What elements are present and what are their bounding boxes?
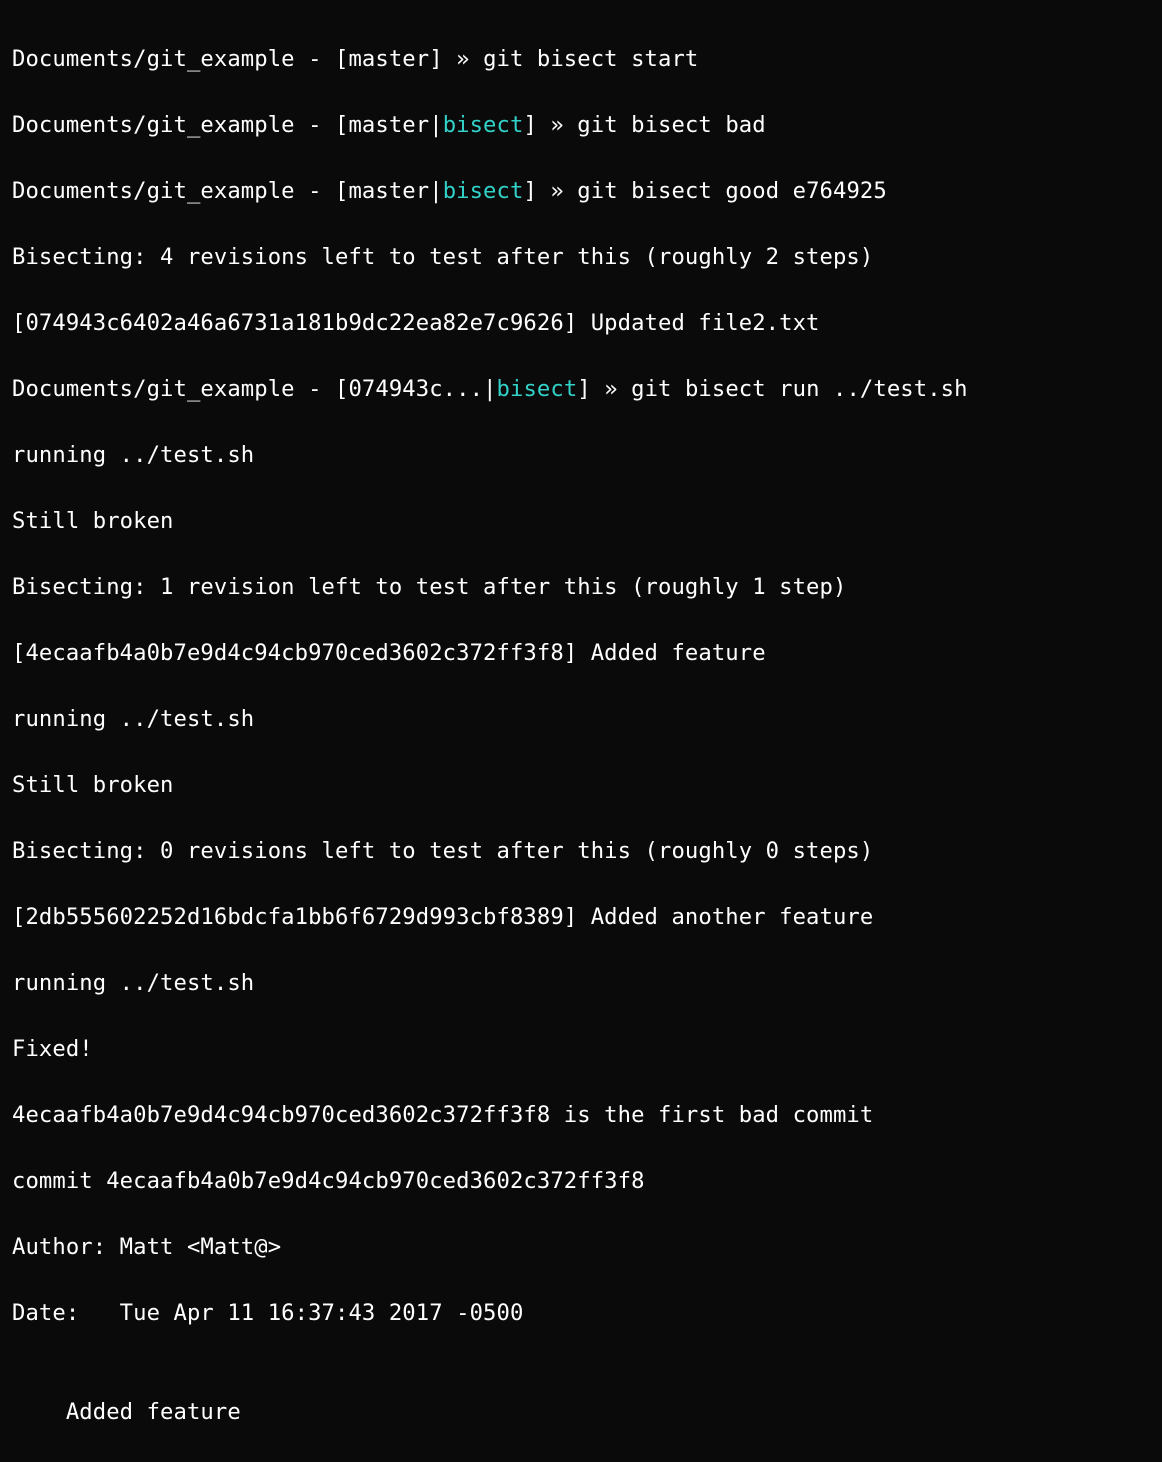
prompt-branch-close: ] (523, 178, 536, 204)
prompt-separator: - (295, 178, 335, 204)
prompt-arrow: » (537, 178, 577, 204)
output-line: 4ecaafb4a0b7e9d4c94cb970ced3602c372ff3f8… (12, 1099, 1150, 1132)
bisect-label: bisect (443, 112, 524, 138)
output-line: Added feature (12, 1396, 1150, 1429)
prompt-separator: - (295, 376, 335, 402)
prompt-arrow: » (537, 112, 577, 138)
output-line: Still broken (12, 769, 1150, 802)
prompt-branch-close: ] (523, 112, 536, 138)
terminal-line: Documents/git_example - [master|bisect] … (12, 109, 1150, 142)
prompt-branch-close: ] (577, 376, 590, 402)
prompt-arrow: » (443, 46, 483, 72)
prompt-path: Documents/git_example (12, 178, 295, 204)
terminal-window[interactable]: Documents/git_example - [master] » git b… (0, 0, 1162, 830)
output-line: Bisecting: 4 revisions left to test afte… (12, 241, 1150, 274)
command-text: git bisect start (483, 46, 698, 72)
prompt-path: Documents/git_example (12, 376, 295, 402)
command-text: git bisect run ../test.sh (631, 376, 967, 402)
prompt-branch-open: [ (335, 376, 348, 402)
terminal-line: Documents/git_example - [master] » git b… (12, 43, 1150, 76)
output-line: Still broken (12, 505, 1150, 538)
terminal-line: Documents/git_example - [074943c...|bise… (12, 373, 1150, 406)
output-line: Date: Tue Apr 11 16:37:43 2017 -0500 (12, 1297, 1150, 1330)
terminal-line: Documents/git_example - [master|bisect] … (12, 175, 1150, 208)
prompt-arrow: » (591, 376, 631, 402)
output-line: Bisecting: 1 revision left to test after… (12, 571, 1150, 604)
prompt-branch: master (348, 178, 429, 204)
output-line: Fixed! (12, 1033, 1150, 1066)
prompt-path: Documents/git_example (12, 46, 295, 72)
prompt-branch-open: [ (335, 46, 348, 72)
prompt-pipe: | (429, 112, 442, 138)
command-text: git bisect bad (577, 112, 765, 138)
prompt-separator: - (295, 46, 335, 72)
command-text: git bisect good e764925 (577, 178, 887, 204)
output-line: commit 4ecaafb4a0b7e9d4c94cb970ced3602c3… (12, 1165, 1150, 1198)
output-line: [2db555602252d16bdcfa1bb6f6729d993cbf838… (12, 901, 1150, 934)
output-line: Bisecting: 0 revisions left to test afte… (12, 835, 1150, 868)
prompt-path: Documents/git_example (12, 112, 295, 138)
prompt-pipe: | (429, 178, 442, 204)
output-line: [4ecaafb4a0b7e9d4c94cb970ced3602c372ff3f… (12, 637, 1150, 670)
prompt-branch-open: [ (335, 178, 348, 204)
output-line: Author: Matt <Matt@> (12, 1231, 1150, 1264)
prompt-branch: 074943c... (348, 376, 483, 402)
output-line: running ../test.sh (12, 703, 1150, 736)
prompt-separator: - (295, 112, 335, 138)
bisect-label: bisect (497, 376, 578, 402)
prompt-pipe: | (483, 376, 496, 402)
prompt-branch-open: [ (335, 112, 348, 138)
prompt-branch-close: ] (429, 46, 442, 72)
output-line: running ../test.sh (12, 439, 1150, 472)
output-line: running ../test.sh (12, 967, 1150, 1000)
bisect-label: bisect (443, 178, 524, 204)
prompt-branch: master (348, 46, 429, 72)
prompt-branch: master (348, 112, 429, 138)
output-line: [074943c6402a46a6731a181b9dc22ea82e7c962… (12, 307, 1150, 340)
